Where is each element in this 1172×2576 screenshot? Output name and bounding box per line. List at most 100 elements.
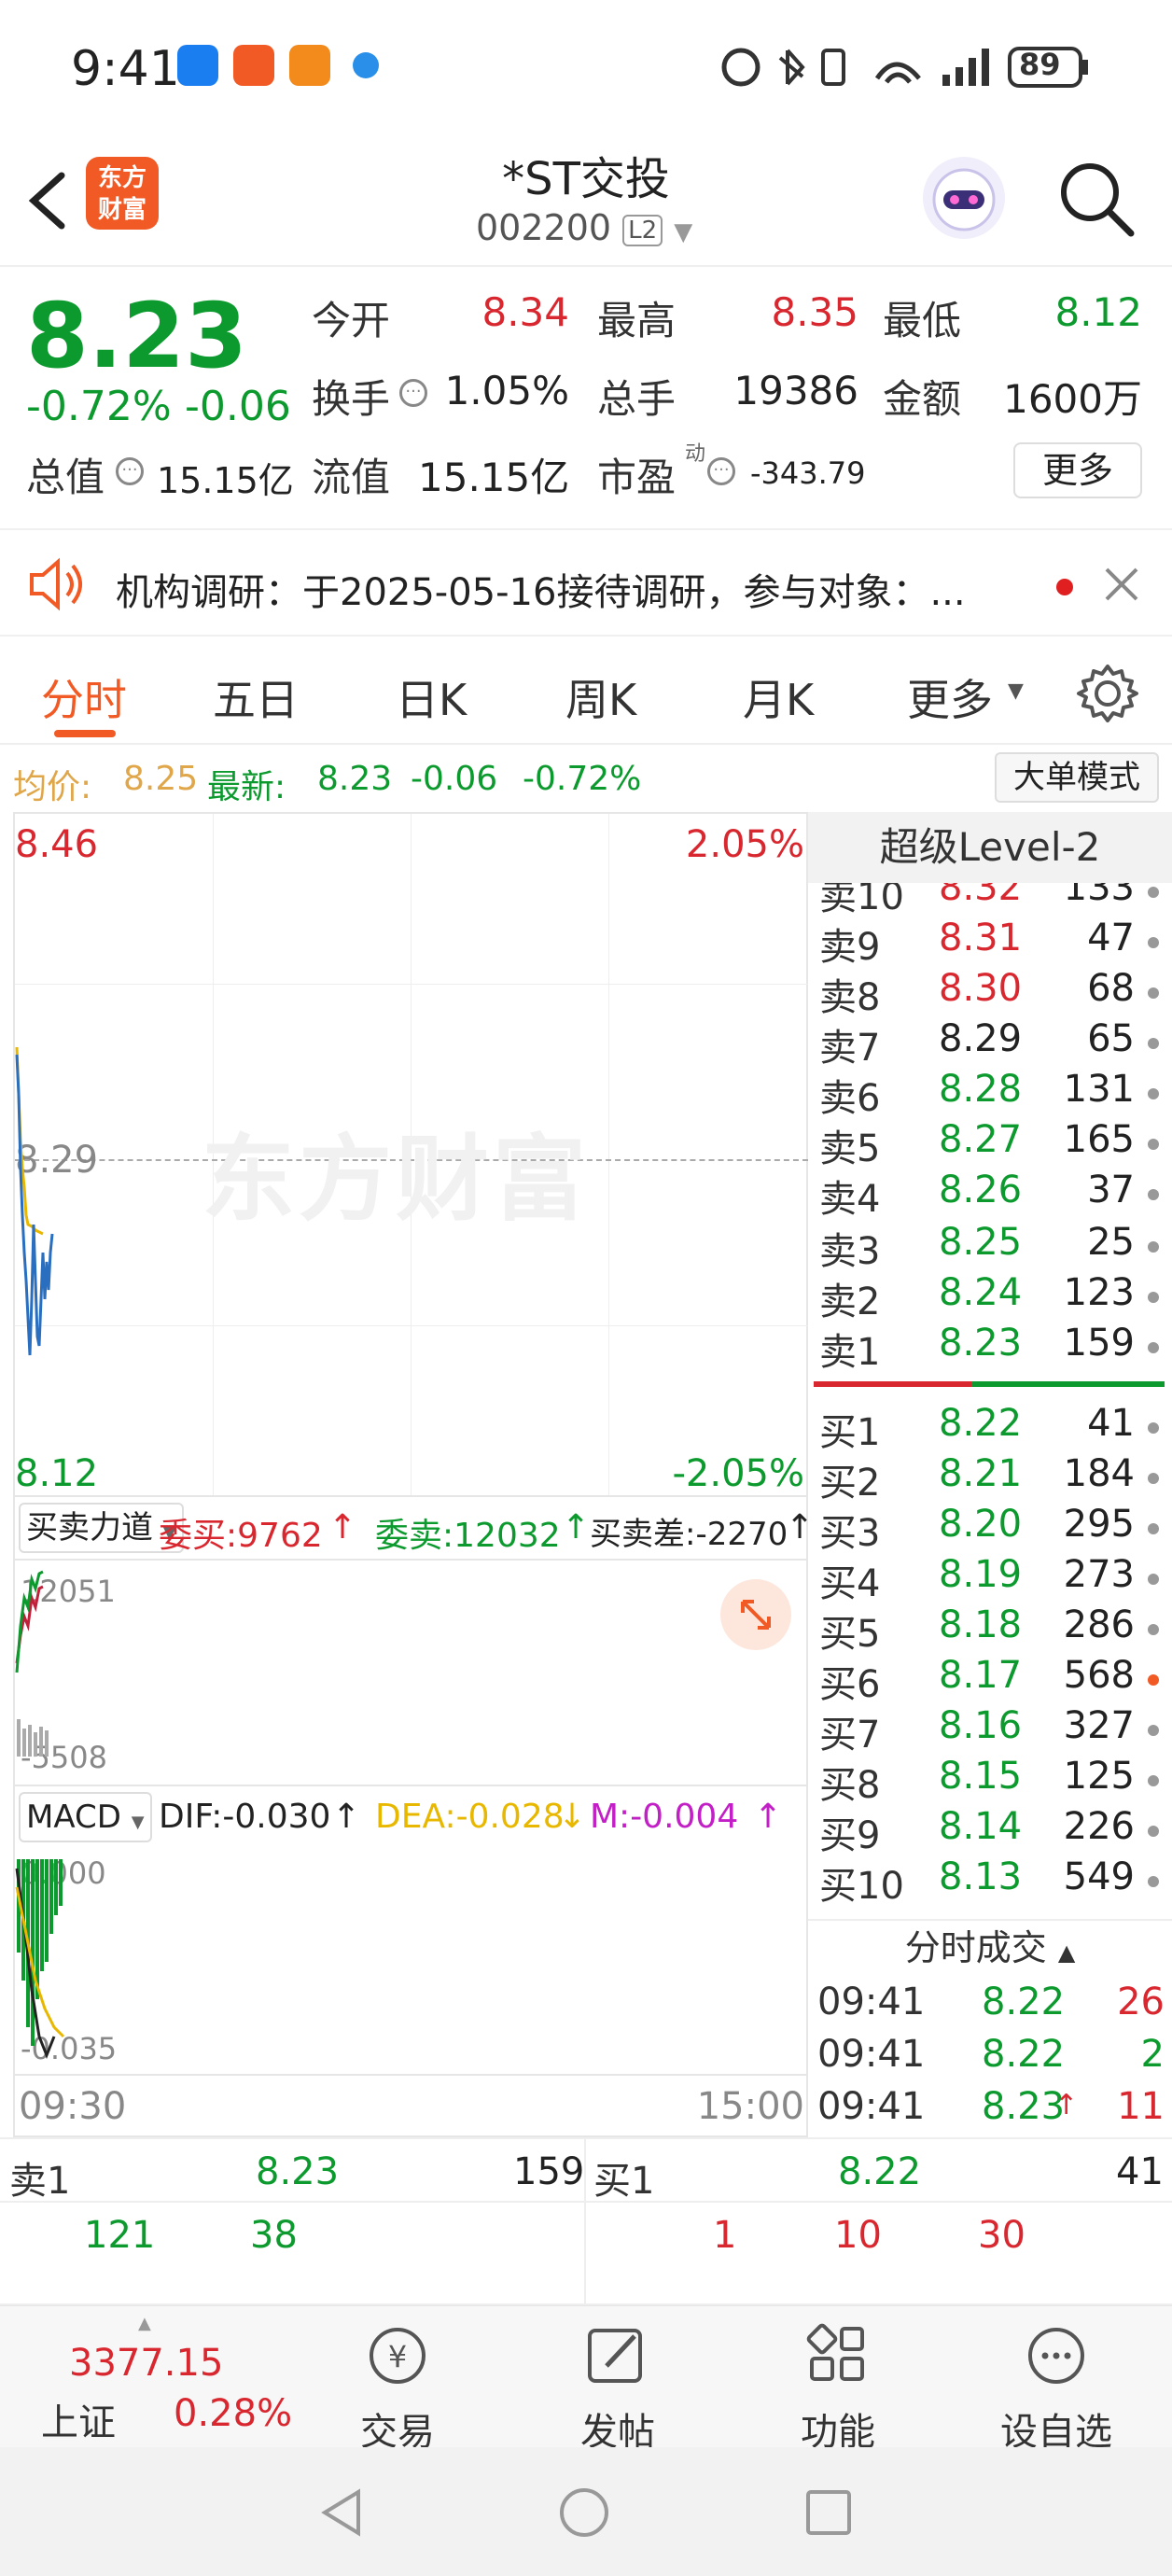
ask-name: 卖10: [819, 883, 904, 918]
buy1-price: 8.22: [838, 2150, 922, 2193]
info-circle-icon[interactable]: ···: [116, 457, 144, 485]
latest-change: -0.06: [411, 760, 498, 798]
tab-five-day[interactable]: 五日: [213, 666, 299, 728]
bid-price: 8.19: [939, 1553, 1023, 1596]
home-circle-icon[interactable]: [556, 2485, 612, 2541]
quote-label: 总值: [26, 455, 105, 500]
ask-row[interactable]: 卖9 8.31 47: [808, 917, 1172, 969]
robot-assistant-icon[interactable]: [919, 153, 1009, 243]
level2-title[interactable]: 超级Level-2: [808, 812, 1172, 883]
tab-more[interactable]: 更多: [907, 666, 993, 728]
current-price: 8.23: [26, 284, 247, 388]
up-arrow-icon: ↑: [754, 1798, 783, 1836]
level2-title-text: 超级Level-2: [879, 824, 1101, 870]
bid-row[interactable]: 买5 8.18 286: [808, 1603, 1172, 1656]
trade-time: 09:41: [817, 1981, 926, 2023]
ask-row[interactable]: 卖3 8.25 25: [808, 1221, 1172, 1273]
bid-row[interactable]: 买7 8.16 327: [808, 1704, 1172, 1757]
bid-row[interactable]: 买3 8.20 295: [808, 1503, 1172, 1555]
bid-volume: 327: [1063, 1704, 1135, 1747]
expand-icon[interactable]: [720, 1579, 791, 1650]
bid-row[interactable]: 买2 8.21 184: [808, 1452, 1172, 1505]
tab-trade[interactable]: ¥ 交易: [304, 2323, 491, 2456]
intraday-chart[interactable]: 东方财富 8.46 2.05% 8.29 8.12 -2.05% 买卖力道 ▼ …: [13, 812, 814, 2137]
back-triangle-icon[interactable]: [314, 2485, 370, 2541]
index-name: 上证: [41, 2401, 116, 2444]
notice-text: 机构调研：于2025-05-16接待调研，参与对象：...: [116, 571, 966, 614]
change-percent: -0.72%: [26, 383, 172, 430]
ask-row[interactable]: 卖8 8.30 68: [808, 967, 1172, 1019]
grid-line: [15, 1325, 808, 1326]
quote-label: 最高: [597, 298, 677, 343]
sell1-name: 卖1: [9, 2160, 71, 2203]
ask-row[interactable]: 卖2 8.24 123: [808, 1271, 1172, 1323]
ask-row[interactable]: 卖4 8.26 37: [808, 1169, 1172, 1221]
notice-bar[interactable]: 机构调研：于2025-05-16接待调研，参与对象：...: [0, 528, 1172, 637]
search-icon[interactable]: [1054, 157, 1138, 241]
dot-indicator: [1148, 1725, 1159, 1736]
speaker-icon: [30, 557, 82, 611]
bid-volume: 125: [1063, 1755, 1135, 1798]
bid-name: 买4: [819, 1562, 881, 1605]
bid-name: 买1: [819, 1411, 881, 1454]
system-navigation: [0, 2447, 1172, 2576]
unread-dot: [1056, 579, 1073, 595]
close-icon[interactable]: [1101, 564, 1142, 605]
bid-price: 8.22: [939, 1402, 1023, 1445]
info-circle-icon[interactable]: ···: [399, 379, 427, 407]
app-notification-icon: [177, 45, 218, 86]
recents-square-icon[interactable]: [801, 2485, 857, 2541]
big-order-mode-button[interactable]: 大单模式: [995, 752, 1159, 803]
tab-functions[interactable]: 功能: [745, 2323, 931, 2456]
ask-row[interactable]: 卖6 8.28 131: [808, 1068, 1172, 1120]
bid-row[interactable]: 买10 8.13 549: [808, 1855, 1172, 1908]
tab-watchlist[interactable]: 设自选: [963, 2323, 1150, 2456]
quote-label: 总手: [597, 376, 677, 422]
gear-icon[interactable]: [1075, 661, 1140, 726]
buy1-name: 买1: [593, 2160, 655, 2203]
bid-row[interactable]: 买6 8.17 568: [808, 1654, 1172, 1706]
bid-price: 8.20: [939, 1503, 1023, 1546]
trades-header[interactable]: 分时成交 ▲: [808, 1919, 1172, 1975]
macd-selector[interactable]: MACD ▼: [19, 1792, 152, 1842]
tab-post[interactable]: 发帖: [524, 2323, 711, 2456]
tab-intraday[interactable]: 分时: [41, 666, 127, 728]
quote-label: 换手: [312, 376, 391, 422]
ask-price: 8.30: [939, 967, 1023, 1010]
ask-volume: 123: [1063, 1271, 1135, 1314]
bottom-tab-bar: ▲ 3377.15 上证 0.28% ¥ 交易 发帖 功能 设自选: [0, 2305, 1172, 2454]
ask-volume: 131: [1063, 1068, 1135, 1111]
bid-volume: 41: [1087, 1402, 1135, 1445]
dot-indicator: [1148, 1775, 1159, 1786]
bid-row[interactable]: 买9 8.14 226: [808, 1805, 1172, 1857]
bid-row[interactable]: 买4 8.19 273: [808, 1553, 1172, 1605]
ask-price: 8.27: [939, 1118, 1023, 1161]
avg-label: 均价:: [13, 768, 92, 806]
bid-row[interactable]: 买8 8.15 125: [808, 1755, 1172, 1807]
dot-indicator: [1148, 1292, 1159, 1303]
ask-row[interactable]: 卖7 8.29 65: [808, 1017, 1172, 1070]
more-button[interactable]: 更多: [1013, 442, 1142, 498]
dot-indicator: [1148, 1088, 1159, 1099]
tab-weekly-k[interactable]: 周K: [565, 666, 636, 728]
sell-queue-item: 121: [84, 2214, 156, 2257]
ask-row[interactable]: 卖5 8.27 165: [808, 1118, 1172, 1170]
spread-bar: [814, 1381, 1165, 1387]
info-circle-icon[interactable]: ···: [707, 457, 735, 485]
caret-down-icon: ▼: [131, 1813, 145, 1832]
float-cap-value: 15.15亿: [418, 455, 570, 500]
ask-row[interactable]: 卖1 8.23 159: [808, 1322, 1172, 1374]
trade-volume: 11: [1117, 2085, 1165, 2128]
bid-ask-diff-label: 买卖差:-2270: [590, 1516, 788, 1553]
caret-up-icon: ▲: [1057, 1939, 1076, 1966]
index-ticker[interactable]: ▲ 3377.15 上证 0.28%: [0, 2306, 308, 2448]
ask-price: 8.24: [939, 1271, 1023, 1314]
chart-low-pct: -2.05%: [672, 1452, 804, 1495]
bid-row[interactable]: 买1 8.22 41: [808, 1402, 1172, 1454]
tab-daily-k[interactable]: 日K: [396, 666, 467, 728]
ask-row[interactable]: 卖10 8.32 133: [808, 883, 1172, 918]
tab-monthly-k[interactable]: 月K: [743, 666, 814, 728]
bid-name: 买6: [819, 1663, 881, 1706]
stock-code-row[interactable]: 002200 L2 ▼: [476, 207, 692, 248]
open-value: 8.34: [481, 289, 569, 335]
